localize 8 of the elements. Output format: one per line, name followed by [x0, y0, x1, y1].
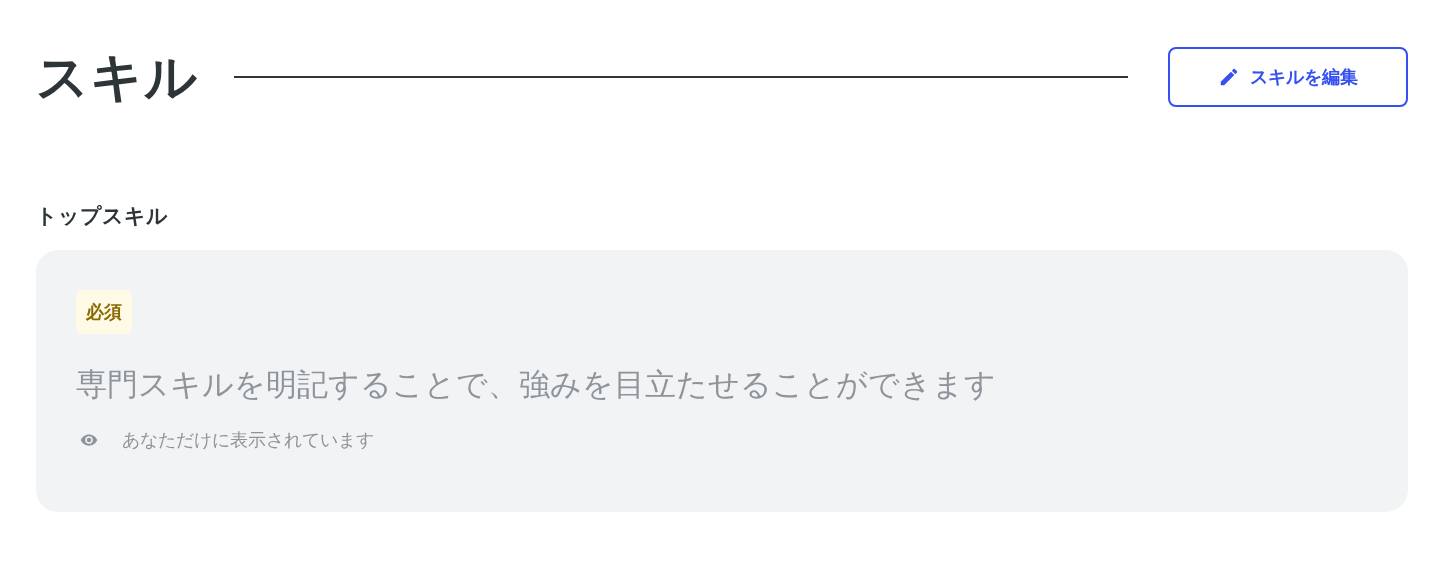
edit-skills-button[interactable]: スキルを編集 [1168, 47, 1408, 107]
visibility-note: あなただけに表示されています [122, 428, 374, 452]
required-badge: 必須 [76, 290, 132, 334]
skills-prompt: 専門スキルを明記することで、強みを目立たせることができます [76, 365, 997, 404]
pencil-icon [1218, 66, 1240, 88]
top-skills-heading: トップスキル [36, 203, 169, 230]
section-title: スキル [36, 46, 198, 109]
top-skills-field[interactable]: 必須 専門スキルを明記することで、強みを目立たせることができます あなただけに表示されています [36, 250, 1408, 512]
